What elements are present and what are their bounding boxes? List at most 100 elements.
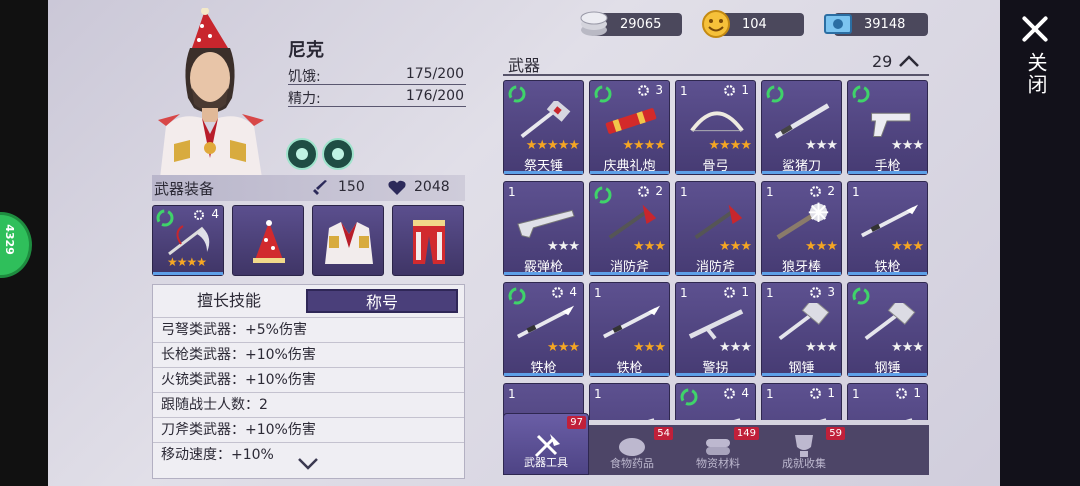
weapon-card[interactable]: 2 ★★★ 消防斧 <box>589 181 670 276</box>
scythe-weapon-icon <box>168 225 210 256</box>
chevron-down-icon[interactable] <box>297 457 319 471</box>
tab-skills[interactable]: 擅长技能 <box>153 289 305 313</box>
weapon-card[interactable]: 1 1 ★★★★ 骨弓 <box>675 80 756 175</box>
weapon-icon <box>871 112 911 137</box>
weapon-quantity: 1 <box>680 286 688 300</box>
weapon-durability-bar <box>504 373 583 376</box>
weapon-card[interactable]: 4 <box>675 383 756 420</box>
weapon-durability-bar <box>762 373 841 376</box>
weapon-level: 3 <box>827 285 835 299</box>
tab-label: 食物药品 <box>610 457 654 470</box>
equip-slot-weapon[interactable]: 4 ★★★★ <box>152 205 224 276</box>
weapon-card[interactable]: ★★★★★ 祭天锤 <box>503 80 584 175</box>
weapon-durability-bar <box>848 171 927 174</box>
chevron-up-icon[interactable] <box>898 54 920 68</box>
weapon-card[interactable]: ★★★ 鲨猪刀 <box>761 80 842 175</box>
weapon-card[interactable]: 1 2 ★★★ 狼牙棒 <box>761 181 842 276</box>
weapon-card[interactable]: 1 <box>589 383 670 420</box>
weapon-icon <box>733 418 741 420</box>
coat-icon <box>325 222 373 264</box>
currency-value: 29065 <box>620 17 662 32</box>
count-badge: 149 <box>733 427 759 440</box>
weapon-durability-bar <box>762 272 841 275</box>
equip-slot-pants[interactable] <box>392 205 464 276</box>
weapon-card[interactable]: 11 <box>761 383 842 420</box>
weapon-card[interactable]: 1 3 ★★★ 钢锤 <box>761 282 842 377</box>
weapon-card[interactable]: 11 <box>847 383 928 420</box>
weapon-card[interactable]: ★★★ 手枪 <box>847 80 928 175</box>
weapon-icon <box>860 204 919 238</box>
currency-value: 39148 <box>864 17 906 32</box>
weapon-icon <box>517 209 575 239</box>
skill-row: 弓弩类武器：+5%伤害 <box>153 317 464 342</box>
weapon-durability-bar <box>590 373 669 376</box>
skill-row: 长枪类武器：+10%伤害 <box>153 342 464 367</box>
stat-hunger-row: 饥饿: 175/200 <box>288 64 466 85</box>
weapon-card[interactable]: 1 ★★★ 铁枪 <box>589 282 670 377</box>
weapon-level: 4 <box>741 386 749 400</box>
weapon-level: 1 <box>741 285 749 299</box>
weapon-card[interactable]: 1 ★★★ 铁枪 <box>847 181 928 276</box>
weapon-stars: ★★★ <box>719 239 752 254</box>
gear-icon <box>724 287 735 298</box>
stat-label: 精力: <box>288 91 321 107</box>
weapon-card[interactable]: 3 ★★★★ 庆典礼炮 <box>589 80 670 175</box>
close-button[interactable]: 关闭 <box>1000 0 1080 120</box>
weapon-durability-bar <box>848 272 927 275</box>
count-badge: 59 <box>826 427 845 440</box>
attack-value: 150 <box>338 179 365 195</box>
equip-slot-hat[interactable] <box>232 205 304 276</box>
weapon-quantity: 1 <box>508 185 516 199</box>
weapon-stars: ★★★ <box>805 239 838 254</box>
weapon-stars: ★★★ <box>891 239 924 254</box>
weapon-durability-bar <box>676 171 755 174</box>
weapon-icon <box>905 418 913 420</box>
weapon-card[interactable]: 1 ★★★ 霰弹枪 <box>503 181 584 276</box>
weapon-card[interactable]: 1 ★★★ 消防斧 <box>675 181 756 276</box>
weapon-stars: ★★★ <box>805 340 838 355</box>
gear-icon <box>194 210 204 220</box>
weapon-card[interactable]: 4 ★★★ 铁枪 <box>503 282 584 377</box>
weapon-stars: ★★★ <box>633 340 666 355</box>
weapon-durability-bar <box>676 272 755 275</box>
weapon-quantity: 1 <box>680 84 688 98</box>
weapon-durability-bar <box>590 272 669 275</box>
weapon-quantity: 1 <box>852 185 860 199</box>
currency-cash: 39148 <box>824 13 928 36</box>
weapon-quantity: 1 <box>680 185 688 199</box>
weapon-icon <box>516 305 575 339</box>
count-badge: 97 <box>567 416 586 429</box>
gear-icon <box>810 186 821 197</box>
slot-durability-bar <box>153 272 223 275</box>
weapon-icon <box>520 101 571 139</box>
weapons-grid: ★★★★★ 祭天锤 3 ★★★★ 庆典礼炮 1 1 ★★★★ 骨弓 ★★★ 鲨猪刀 ★★★ 手枪 1 ★★★… <box>503 80 929 420</box>
weapon-stars: ★★★ <box>891 340 924 355</box>
weapon-stars: ★★★ <box>805 138 838 153</box>
weapon-stars: ★★★ <box>719 340 752 355</box>
weapon-level: 2 <box>827 184 835 198</box>
tab-category-2[interactable]: 149 物资材料 <box>675 425 761 475</box>
weapon-card[interactable]: 1 1 ★★★ 警拐 <box>675 282 756 377</box>
skills-tabbar: 擅长技能 称号 <box>153 285 464 317</box>
weapons-title: 武器 <box>508 56 541 75</box>
status-buff-icon[interactable] <box>322 138 354 170</box>
equip-slot-coat[interactable] <box>312 205 384 276</box>
weapon-card[interactable]: ★★★ 钢锤 <box>847 282 928 377</box>
status-stomach-icon[interactable] <box>286 138 318 170</box>
tab-category-0[interactable]: 97 武器工具 <box>503 413 589 475</box>
tab-label: 物资材料 <box>696 457 740 470</box>
tab-category-3[interactable]: 59 成就收集 <box>761 425 847 475</box>
tab-category-1[interactable]: 54 食物药品 <box>589 425 675 475</box>
weapon-stars: ★★★ <box>547 239 580 254</box>
weapon-quantity: 1 <box>508 387 516 401</box>
count-badge: 54 <box>654 427 673 440</box>
weapon-icon <box>688 309 744 340</box>
weapon-durability-bar <box>848 373 927 376</box>
weapon-level: 2 <box>655 184 663 198</box>
weapon-level: 1 <box>913 386 921 400</box>
skill-row: 跟随战士人数：2 <box>153 392 464 417</box>
equipment-title: 武器装备 <box>154 180 215 198</box>
weapon-durability-bar <box>762 171 841 174</box>
tab-titles[interactable]: 称号 <box>306 289 458 313</box>
weapons-divider <box>503 74 929 76</box>
